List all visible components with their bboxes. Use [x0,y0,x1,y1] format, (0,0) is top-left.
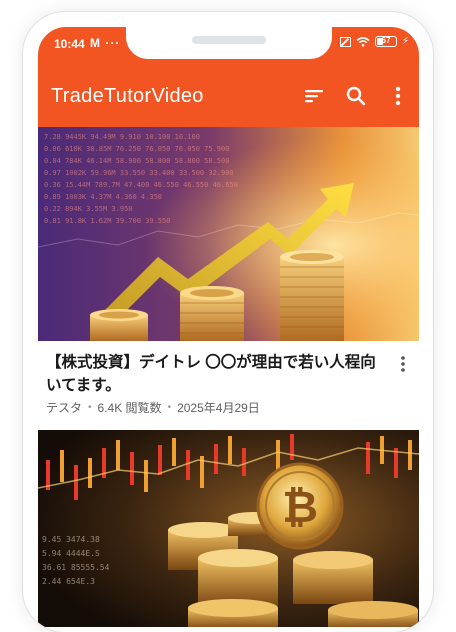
status-right-icons: 67 ⚡ [339,36,409,47]
svg-text:0.22 894K 3.55M 3.950: 0.22 894K 3.55M 3.950 [44,205,133,213]
app-bar-actions [303,85,409,107]
no-sim-icon [339,36,351,47]
more-vert-icon[interactable] [387,85,409,107]
battery-icon: 67 [374,36,397,47]
search-icon[interactable] [345,85,367,107]
separator-dot: • [167,402,172,413]
svg-text:7.28 9445K 94.49M 9.910: 7.28 9445K 94.49M 9.910 10.100 10.100 [44,133,200,141]
charging-icon: ⚡ [401,36,409,47]
video-card-meta[interactable]: 【株式投資】デイトレ 〇〇が理由で若い人程向いてます。 テスタ • 6.4K 閲… [38,341,419,430]
video-thumbnail[interactable]: 9.45 3474.38 5.94 4444E.S 36.61 85555.54… [38,430,419,627]
app-screen: 10:44 M ··· 67 ⚡ TradeTutorVideo 7.28 94… [38,27,419,627]
app-title: TradeTutorVideo [51,85,204,107]
video-thumbnail[interactable]: 7.28 9445K 94.49M 9.910 10.100 10.100 0.… [38,127,419,341]
publish-date: 2025年4月29日 [177,401,260,415]
video-title: 【株式投資】デイトレ 〇〇が理由で若い人程向いてます。 [46,354,376,394]
svg-text:9.45 3474.38: 9.45 3474.38 [42,535,100,544]
channel-name: テスタ [46,401,83,415]
sort-icon[interactable] [303,85,325,107]
svg-text:0.97 1002K 59.96M 33.550: 0.97 1002K 59.96M 33.550 33.400 33.500 3… [44,169,234,177]
notification-icons: M ··· [90,36,121,50]
video-more-icon[interactable] [393,351,413,377]
status-time: 10:44 [54,37,85,51]
svg-text:0.04 784K 46.14M 58.900: 0.04 784K 46.14M 58.900 58.800 58.800 58… [44,157,229,165]
app-bar: TradeTutorVideo [38,67,419,127]
svg-text:0.06 610K 38.85M 76.250: 0.06 610K 38.85M 76.250 76.050 76.050 75… [44,145,229,153]
svg-text:₿: ₿ [282,482,318,533]
battery-level: 67 [381,36,391,45]
view-count: 6.4K 閲覧数 [97,401,162,415]
status-bar: 10:44 M ··· 67 ⚡ [38,27,419,67]
svg-text:2.44 654E.3: 2.44 654E.3 [42,577,95,586]
svg-text:0.36 15.44M 789.7M 47.400: 0.36 15.44M 789.7M 47.400 46.550 46.550 … [44,181,238,189]
speaker-grille [192,36,266,44]
video-subtitle: テスタ • 6.4K 閲覧数 • 2025年4月29日 [46,399,260,416]
camera-notch [126,27,332,59]
svg-text:0.89 1003K 4.37M 4.360: 0.89 1003K 4.37M 4.360 4.350 [44,193,162,201]
svg-text:36.61 85555.54: 36.61 85555.54 [42,563,110,572]
wifi-icon [356,36,370,47]
svg-text:0.81 91.8K 1.62M 39.700: 0.81 91.8K 1.62M 39.700 39.550 [44,217,170,225]
separator-dot: • [88,402,92,413]
svg-text:5.94 4444E.S: 5.94 4444E.S [42,549,100,558]
phone-frame: 10:44 M ··· 67 ⚡ TradeTutorVideo 7.28 94… [23,12,433,632]
